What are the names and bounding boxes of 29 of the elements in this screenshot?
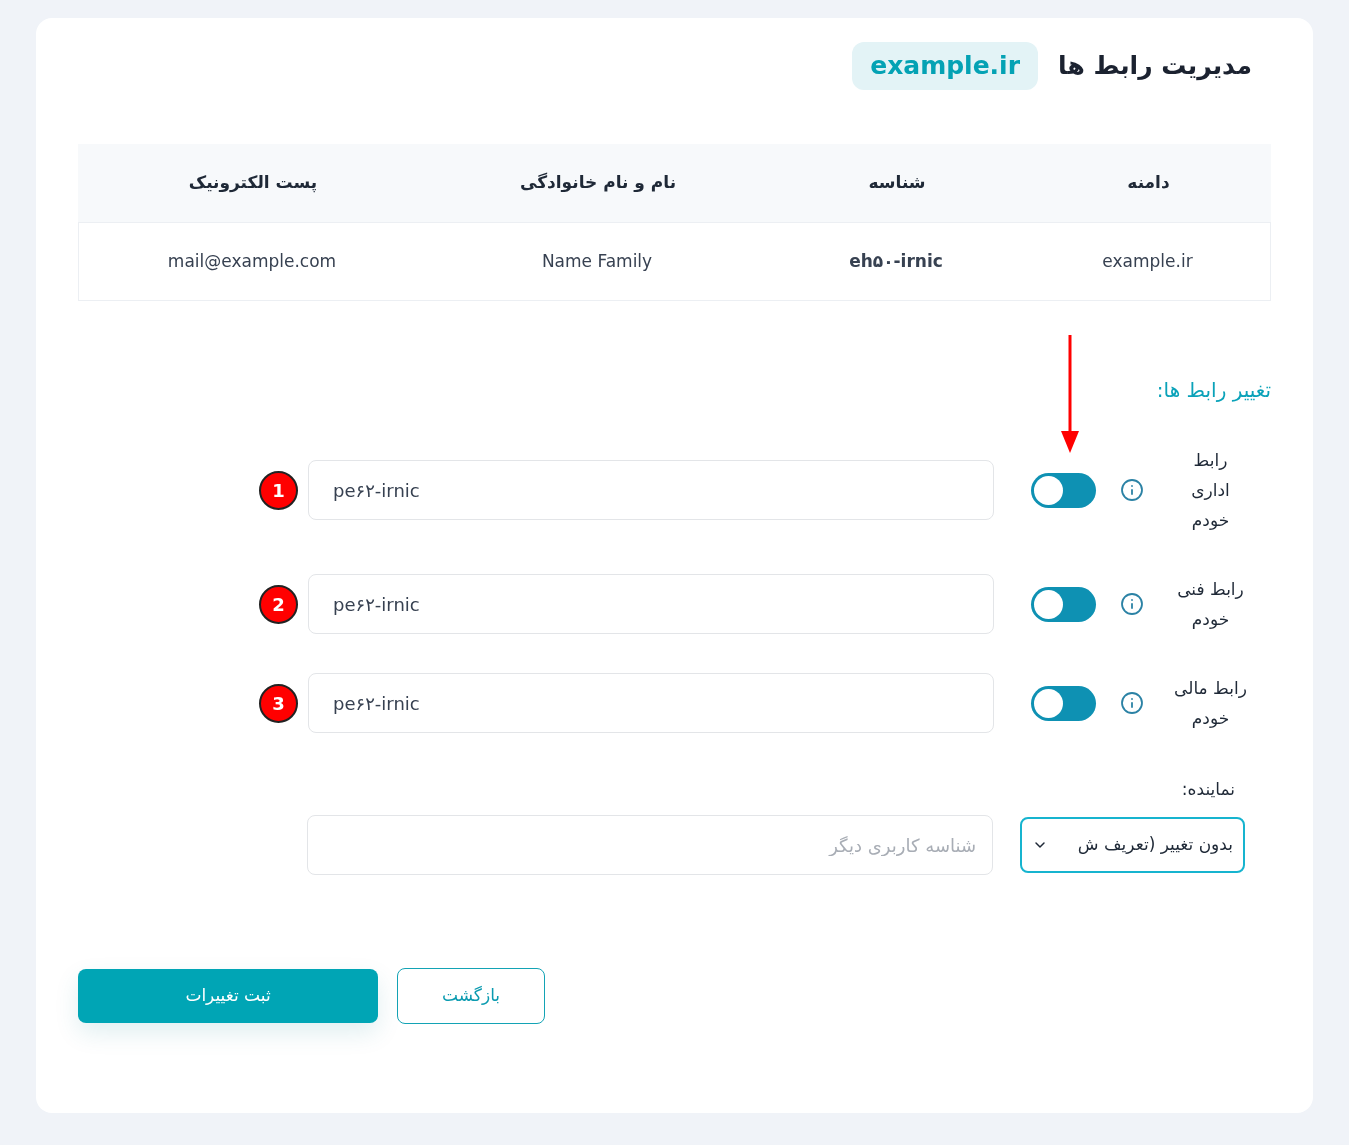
toggle-switch[interactable] — [1031, 586, 1096, 622]
info-icon[interactable] — [1120, 592, 1144, 616]
section-title: تغییر رابط ها: — [1156, 377, 1271, 404]
contact-label: رابط مالی خودم — [1173, 677, 1248, 730]
contact-id-field[interactable]: pe۶۲-irnic — [308, 673, 994, 733]
user-id-field[interactable]: شناسه کاربری دیگر — [307, 815, 993, 875]
number-marker: 1 — [259, 470, 298, 510]
contact-label: رابط اداری خودم — [1190, 449, 1231, 532]
column-header: پست الکترونیک — [188, 171, 318, 195]
table-cell-text: example.ir — [1102, 249, 1193, 273]
info-icon[interactable] — [1120, 478, 1144, 502]
representative-select[interactable]: بدون تغییر (تعریف ش — [1020, 817, 1245, 873]
toggle-switch[interactable] — [1031, 685, 1096, 721]
contact-id-field[interactable]: pe۶۲-irnic — [308, 460, 994, 520]
column-header: دامنه — [1127, 171, 1170, 195]
number-marker: 2 — [259, 584, 298, 624]
column-header: شناسه — [868, 171, 926, 195]
toggle-switch[interactable] — [1031, 472, 1096, 508]
table-cell-text: mail@example.com — [167, 249, 337, 273]
info-icon[interactable] — [1120, 691, 1144, 715]
table-cell-text: eh۵۰-irnic — [849, 249, 943, 273]
domain-tag: example.ir — [852, 42, 1039, 90]
representative-label: نماینده: — [1181, 778, 1235, 801]
contact-id-field[interactable]: pe۶۲-irnic — [308, 574, 994, 634]
contact-label: رابط فنی خودم — [1176, 578, 1245, 631]
number-marker: 3 — [259, 683, 298, 723]
table-cell-text: Name Family — [541, 249, 653, 273]
column-header: نام و نام خانوادگی — [519, 171, 677, 195]
page-title: مدیریت رابط ها — [1058, 50, 1252, 83]
